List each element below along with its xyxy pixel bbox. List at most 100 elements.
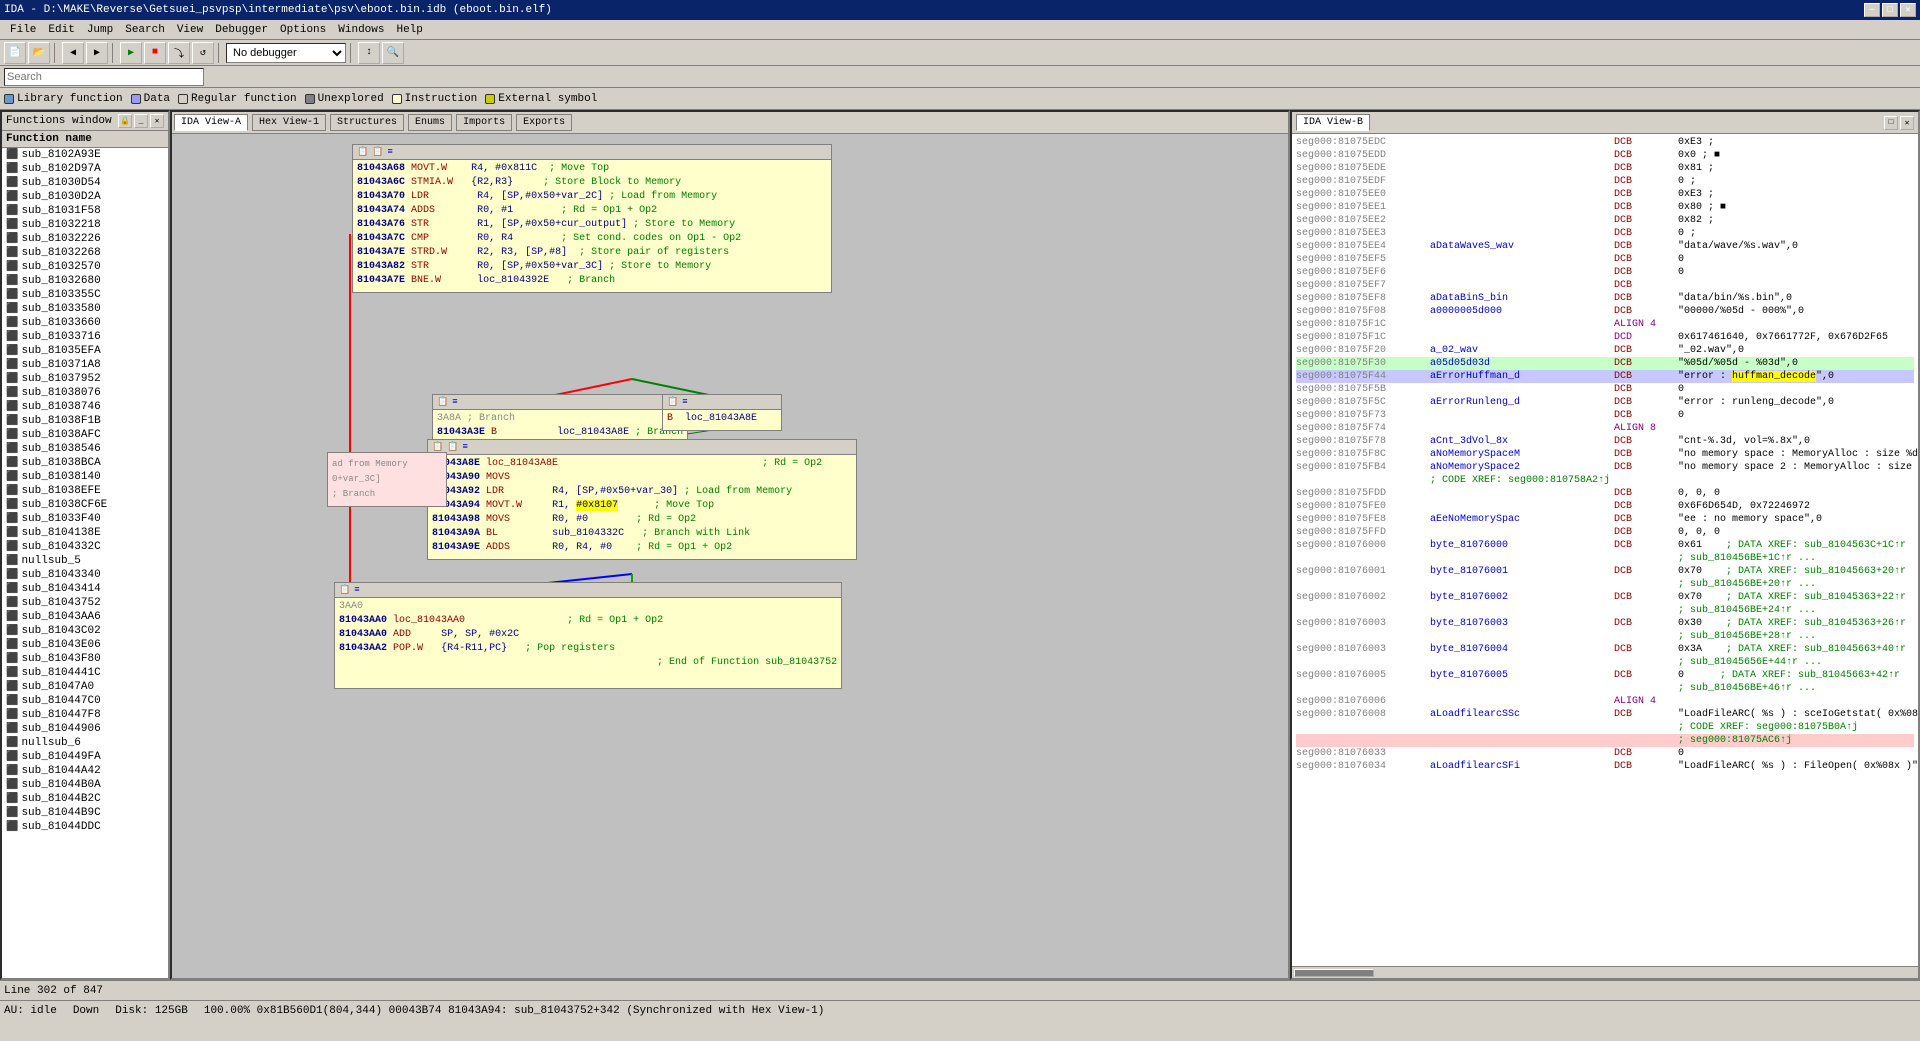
code-block-5[interactable]: 📋 ≡ 3AA0 81043AA0 loc_81043AA0 ; Rd = Op… bbox=[334, 582, 842, 689]
list-item[interactable]: ⬛sub_8102D97A bbox=[2, 162, 168, 176]
list-item[interactable]: ⬛sub_81032680 bbox=[2, 274, 168, 288]
xref-button[interactable]: ↕ bbox=[358, 42, 380, 64]
hex-view-close[interactable]: ✕ bbox=[1900, 116, 1914, 130]
stop-button[interactable]: ■ bbox=[144, 42, 166, 64]
list-item[interactable]: ⬛sub_81038F1B bbox=[2, 414, 168, 428]
run-button[interactable]: ▶ bbox=[120, 42, 142, 64]
list-item[interactable]: ⬛sub_810447C0 bbox=[2, 694, 168, 708]
list-item[interactable]: ⬛sub_81043AA6 bbox=[2, 610, 168, 624]
list-item[interactable]: ⬛sub_81043414 bbox=[2, 582, 168, 596]
list-item[interactable]: ⬛sub_81032268 bbox=[2, 246, 168, 260]
menu-search[interactable]: Search bbox=[119, 22, 171, 38]
list-item[interactable]: ⬛sub_810371A8 bbox=[2, 358, 168, 372]
open-button[interactable]: 📂 bbox=[28, 42, 50, 64]
list-item[interactable]: ⬛sub_81032218 bbox=[2, 218, 168, 232]
list-item[interactable]: ⬛sub_81033F40 bbox=[2, 512, 168, 526]
list-item[interactable]: ⬛sub_81043E06 bbox=[2, 638, 168, 652]
list-item[interactable]: ⬛sub_81044B2C bbox=[2, 792, 168, 806]
functions-panel-title: Functions window bbox=[6, 115, 112, 127]
list-item[interactable]: ⬛sub_81038546 bbox=[2, 442, 168, 456]
list-item[interactable]: ⬛sub_8104332C bbox=[2, 540, 168, 554]
list-item[interactable]: ⬛sub_81044906 bbox=[2, 722, 168, 736]
list-item[interactable]: ⬛sub_81037952 bbox=[2, 372, 168, 386]
maximize-button[interactable]: □ bbox=[1882, 3, 1898, 17]
tab-ida-view-b[interactable]: IDA View-B bbox=[1296, 114, 1370, 131]
menu-windows[interactable]: Windows bbox=[332, 22, 390, 38]
tab-enums[interactable]: Enums bbox=[408, 114, 452, 131]
list-item[interactable]: ⬛sub_81032570 bbox=[2, 260, 168, 274]
list-item[interactable]: ⬛sub_81030D54 bbox=[2, 176, 168, 190]
list-item[interactable]: ⬛sub_81038CF6E bbox=[2, 498, 168, 512]
graph-canvas[interactable]: 📋 📋 ≡ 81043A68 MOVT.W R4, #0x811C ; Move… bbox=[172, 134, 1288, 978]
list-item[interactable]: ⬛sub_810447F8 bbox=[2, 708, 168, 722]
tab-imports[interactable]: Imports bbox=[456, 114, 512, 131]
code-block-3[interactable]: 📋 ≡ B loc_81043A8E bbox=[662, 394, 782, 431]
list-item[interactable]: ⬛sub_81038BCA bbox=[2, 456, 168, 470]
hex-line: seg000:81076005byte_81076005DCB0 ; DATA … bbox=[1296, 669, 1914, 682]
list-item[interactable]: ⬛sub_81044A42 bbox=[2, 764, 168, 778]
search-input[interactable] bbox=[4, 68, 204, 86]
functions-close-btn[interactable]: ✕ bbox=[150, 114, 164, 128]
list-item[interactable]: ⬛sub_81047A0 bbox=[2, 680, 168, 694]
tab-exports[interactable]: Exports bbox=[516, 114, 572, 131]
list-item[interactable]: ⬛sub_81031F58 bbox=[2, 204, 168, 218]
list-item[interactable]: ⬛sub_81035EFA bbox=[2, 344, 168, 358]
code-block-left[interactable]: ad from Memory 0+var_3C] ; Branch bbox=[327, 452, 447, 507]
list-item[interactable]: ⬛sub_81044B9C bbox=[2, 806, 168, 820]
list-item[interactable]: ⬛nullsub_6 bbox=[2, 736, 168, 750]
tab-ida-view-a[interactable]: IDA View-A bbox=[174, 114, 248, 131]
code-block-1[interactable]: 📋 📋 ≡ 81043A68 MOVT.W R4, #0x811C ; Move… bbox=[352, 144, 832, 293]
list-item[interactable]: ⬛nullsub_5 bbox=[2, 554, 168, 568]
list-item[interactable]: ⬛sub_8104441C bbox=[2, 666, 168, 680]
list-item[interactable]: ⬛sub_81033580 bbox=[2, 302, 168, 316]
list-item[interactable]: ⬛sub_81033716 bbox=[2, 330, 168, 344]
code-block-2[interactable]: 📋 ≡ 3A8A ; Branch 81043A3E B loc_81043A8… bbox=[432, 394, 688, 445]
list-item[interactable]: ⬛sub_81032226 bbox=[2, 232, 168, 246]
menu-edit[interactable]: Edit bbox=[42, 22, 80, 38]
list-item[interactable]: ⬛sub_81038EFE bbox=[2, 484, 168, 498]
close-button[interactable]: ✕ bbox=[1900, 3, 1916, 17]
hex-view-max[interactable]: □ bbox=[1884, 116, 1898, 130]
tag-regular-function: Regular function bbox=[178, 93, 297, 105]
menu-file[interactable]: File bbox=[4, 22, 42, 38]
menu-debugger[interactable]: Debugger bbox=[209, 22, 274, 38]
code-line: 81043A76 STR R1, [SP,#0x50+cur_output] ;… bbox=[357, 218, 827, 232]
list-item[interactable]: ⬛sub_81044B0A bbox=[2, 778, 168, 792]
tab-structures[interactable]: Structures bbox=[330, 114, 404, 131]
list-item[interactable]: ⬛sub_81043752 bbox=[2, 596, 168, 610]
forward-button[interactable]: ▶ bbox=[86, 42, 108, 64]
list-item[interactable]: ⬛sub_81044DDC bbox=[2, 820, 168, 834]
minimize-button[interactable]: ─ bbox=[1864, 3, 1880, 17]
list-item[interactable]: ⬛sub_810449FA bbox=[2, 750, 168, 764]
menu-help[interactable]: Help bbox=[390, 22, 428, 38]
list-item[interactable]: ⬛sub_81043340 bbox=[2, 568, 168, 582]
hex-content[interactable]: seg000:81075EDCDCB0xE3 ; seg000:81075EDD… bbox=[1292, 134, 1918, 966]
list-item[interactable]: ⬛sub_8102A93E bbox=[2, 148, 168, 162]
functions-min-btn[interactable]: _ bbox=[134, 114, 148, 128]
tab-hex-view-1[interactable]: Hex View-1 bbox=[252, 114, 326, 131]
list-item[interactable]: ⬛sub_81043C02 bbox=[2, 624, 168, 638]
menu-jump[interactable]: Jump bbox=[81, 22, 119, 38]
functions-lock-btn[interactable]: 🔒 bbox=[118, 114, 132, 128]
list-item[interactable]: ⬛sub_81038746 bbox=[2, 400, 168, 414]
refresh-button[interactable]: ↺ bbox=[192, 42, 214, 64]
hex-view-hscrollbar[interactable] bbox=[1292, 966, 1918, 978]
list-item[interactable]: ⬛sub_81030D2A bbox=[2, 190, 168, 204]
back-button[interactable]: ◀ bbox=[62, 42, 84, 64]
list-item[interactable]: ⬛sub_81038076 bbox=[2, 386, 168, 400]
list-item[interactable]: ⬛sub_8104138E bbox=[2, 526, 168, 540]
list-item[interactable]: ⬛sub_81038140 bbox=[2, 470, 168, 484]
search-btn[interactable]: 🔍 bbox=[382, 42, 404, 64]
functions-list[interactable]: ⬛sub_8102A93E ⬛sub_8102D97A ⬛sub_81030D5… bbox=[2, 148, 168, 978]
list-item[interactable]: ⬛sub_8103355C bbox=[2, 288, 168, 302]
menu-view[interactable]: View bbox=[171, 22, 209, 38]
menu-options[interactable]: Options bbox=[274, 22, 332, 38]
code-block-4[interactable]: 📋 📋 ≡ 81043A8E loc_81043A8E ; Rd = Op2 8… bbox=[427, 439, 857, 560]
new-button[interactable]: 📄 bbox=[4, 42, 26, 64]
debugger-select[interactable]: No debugger bbox=[226, 43, 346, 63]
step-button[interactable]: ⤵ bbox=[168, 42, 190, 64]
hex-header: IDA View-B □ ✕ bbox=[1292, 112, 1918, 134]
list-item[interactable]: ⬛sub_81043F80 bbox=[2, 652, 168, 666]
list-item[interactable]: ⬛sub_81033660 bbox=[2, 316, 168, 330]
list-item[interactable]: ⬛sub_81038AFC bbox=[2, 428, 168, 442]
